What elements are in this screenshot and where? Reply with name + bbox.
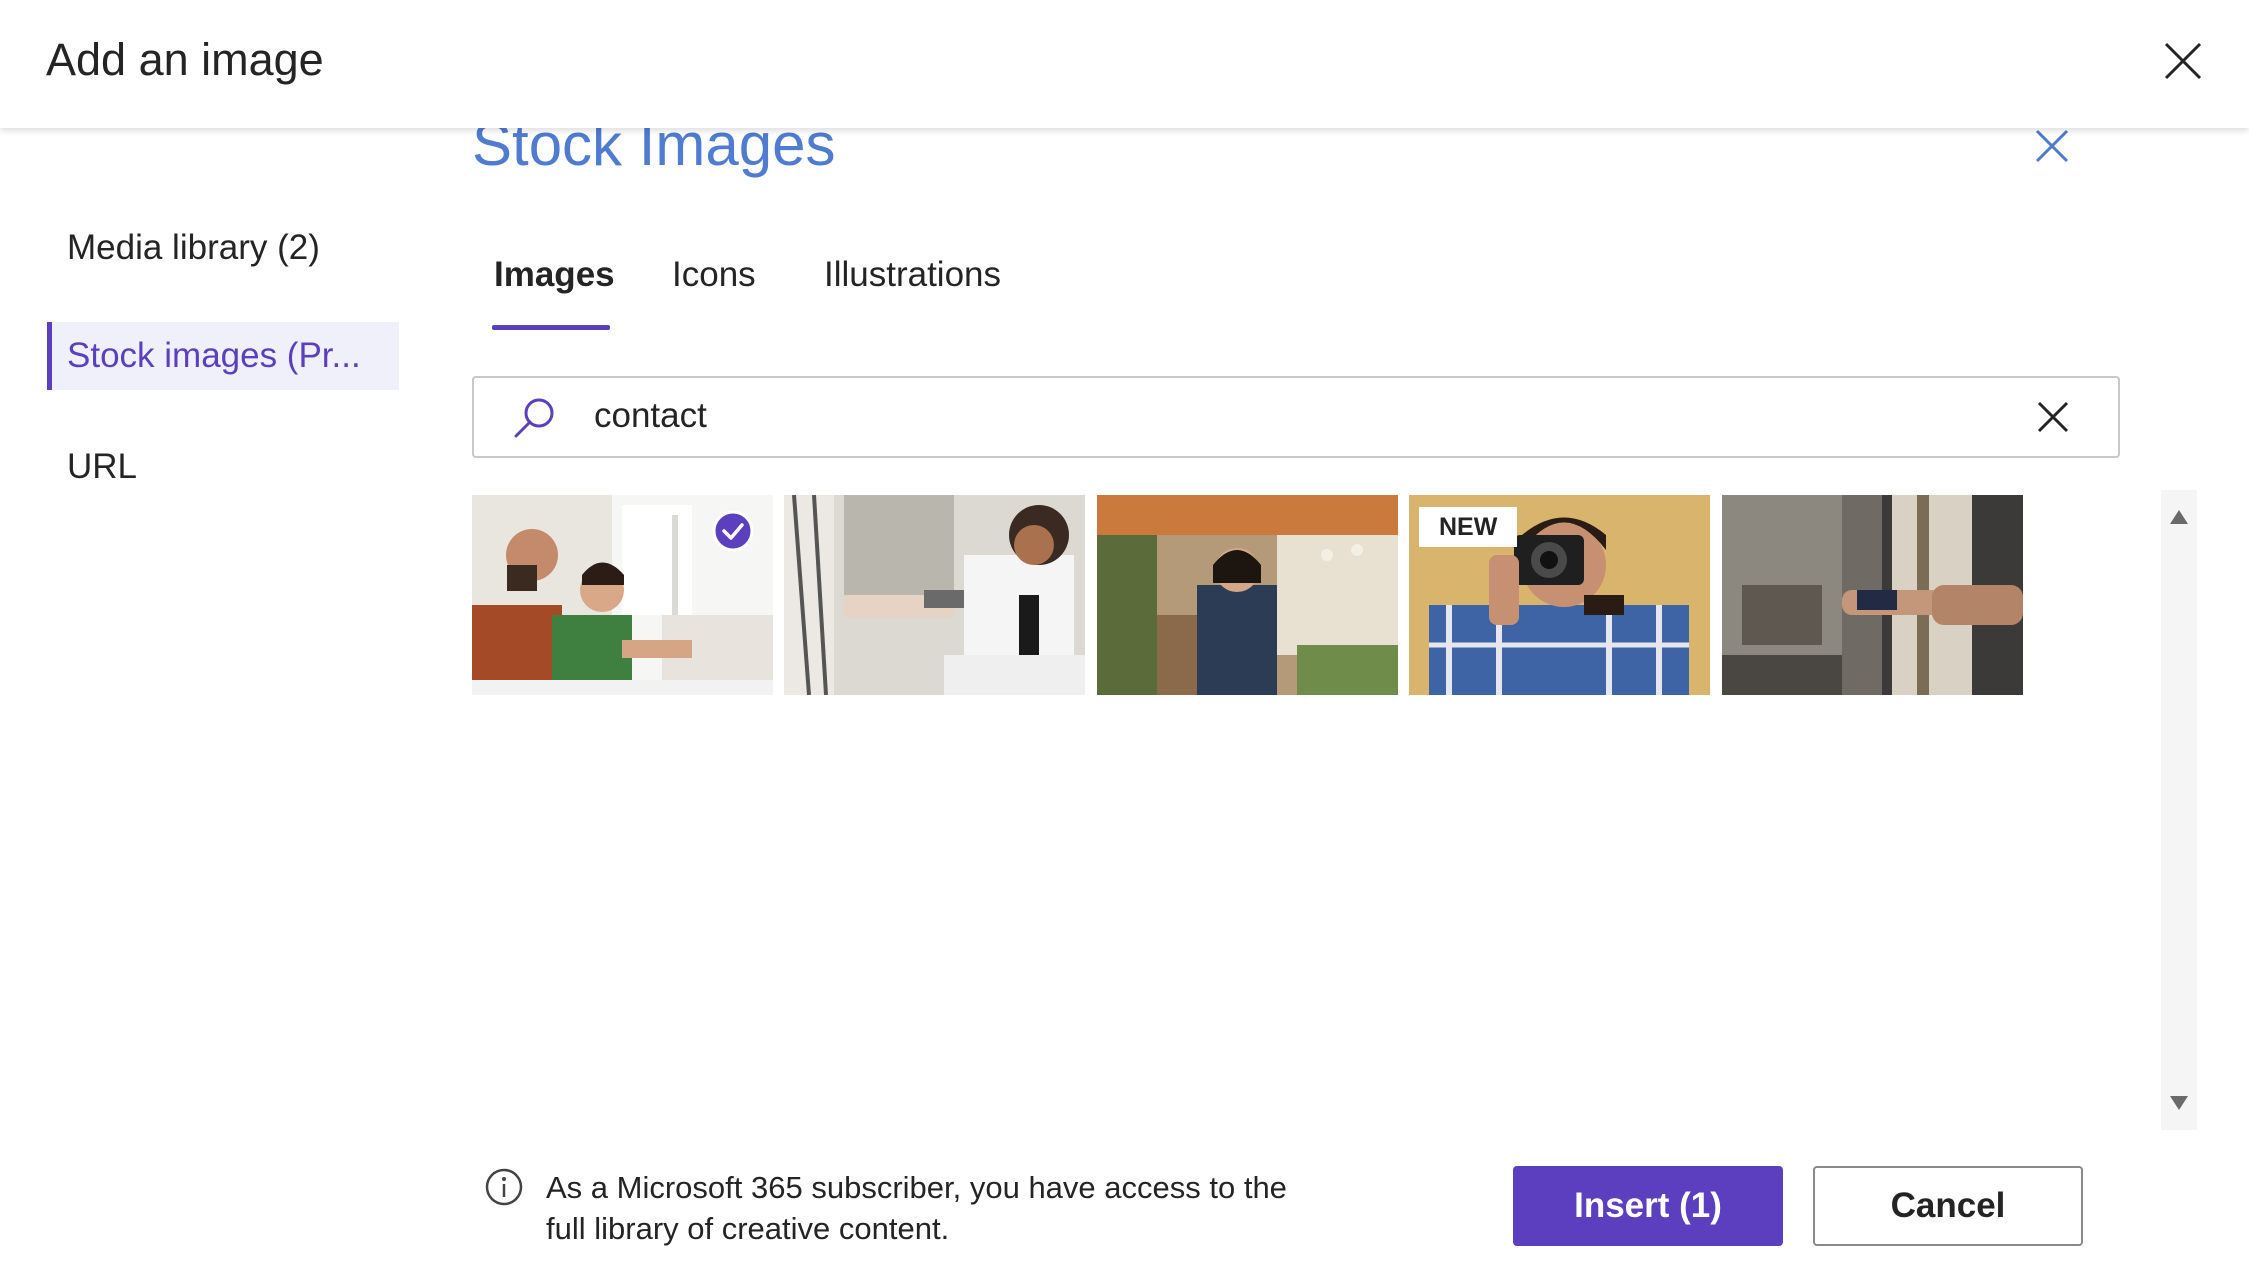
close-dialog-button[interactable] xyxy=(2160,38,2206,84)
scroll-down-icon[interactable] xyxy=(2168,1094,2190,1112)
image-result-5[interactable] xyxy=(1722,495,2023,695)
image-result-1[interactable] xyxy=(472,495,773,695)
close-icon xyxy=(2164,42,2202,80)
search-input[interactable] xyxy=(594,392,1994,440)
sidebar-item-label: Media library (2) xyxy=(67,228,320,267)
checkmark-icon xyxy=(712,510,754,552)
close-icon xyxy=(2035,129,2069,163)
stock-photo xyxy=(1097,495,1398,695)
dialog-header: Add an image xyxy=(0,0,2249,128)
info-icon xyxy=(485,1168,523,1206)
clear-search-button[interactable] xyxy=(2034,398,2072,436)
sidebar-item-url[interactable]: URL xyxy=(47,433,399,501)
tab-illustrations[interactable]: Illustrations xyxy=(824,255,1001,325)
active-tab-indicator xyxy=(492,325,610,330)
insert-button[interactable]: Insert (1) xyxy=(1513,1166,1783,1246)
stock-photo xyxy=(784,495,1085,695)
cancel-button[interactable]: Cancel xyxy=(1813,1166,2083,1246)
sidebar-item-stock-images[interactable]: Stock images (Pr... xyxy=(47,322,399,390)
close-icon xyxy=(2037,401,2069,433)
sidebar-item-media-library[interactable]: Media library (2) xyxy=(47,214,399,282)
scroll-up-icon[interactable] xyxy=(2168,508,2190,526)
search-box[interactable] xyxy=(472,376,2120,458)
tab-icons[interactable]: Icons xyxy=(672,255,756,325)
image-result-3[interactable] xyxy=(1097,495,1398,695)
image-result-2[interactable] xyxy=(784,495,1085,695)
info-text: As a Microsoft 365 subscriber, you have … xyxy=(546,1170,1287,1246)
new-badge: NEW xyxy=(1419,507,1518,547)
stock-photo xyxy=(1722,495,2023,695)
sidebar-item-label: URL xyxy=(67,447,138,486)
dialog-title: Add an image xyxy=(46,34,324,85)
search-icon xyxy=(514,398,554,438)
results-scrollbar[interactable] xyxy=(2161,490,2197,1130)
image-result-4[interactable]: NEW xyxy=(1409,495,1710,695)
tab-images[interactable]: Images xyxy=(494,255,615,325)
close-panel-button[interactable] xyxy=(2032,126,2072,166)
sidebar-item-label: Stock images (Pr... xyxy=(67,336,361,375)
